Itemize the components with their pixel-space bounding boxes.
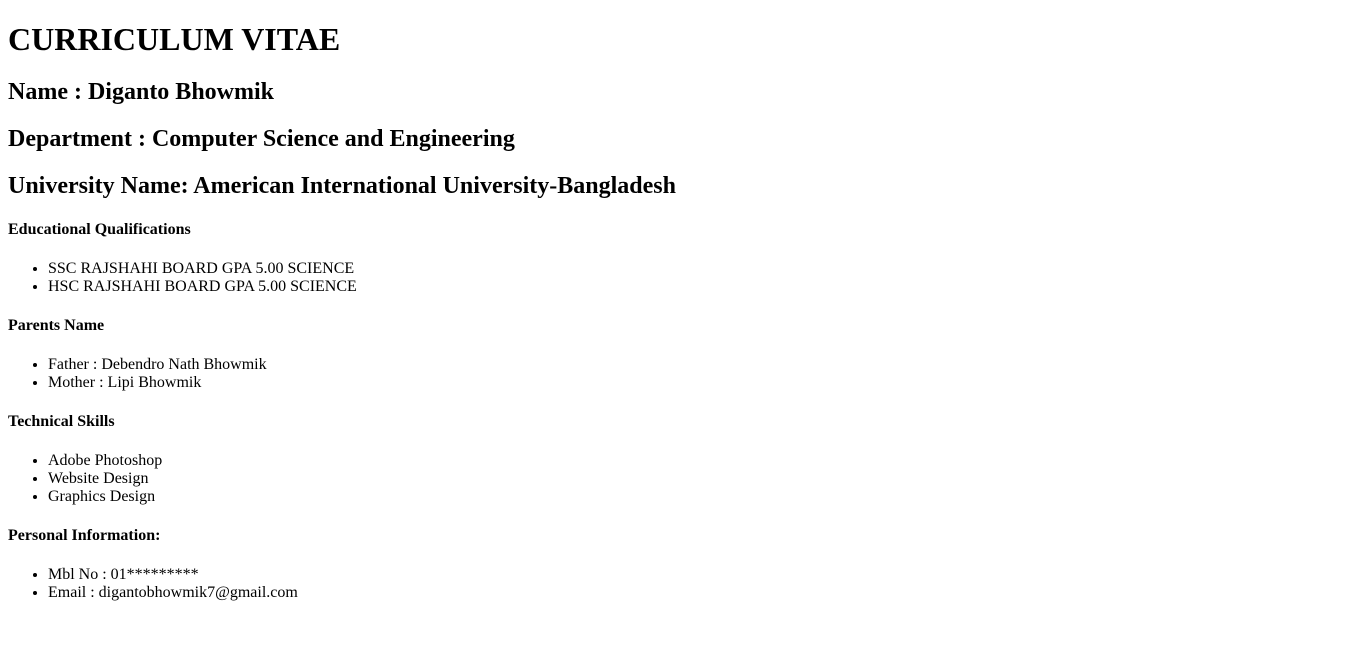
list-item: Graphics Design (48, 488, 1358, 506)
name-heading: Name : Diganto Bhowmik (8, 79, 275, 105)
section-heading-skills: Technical Skills (8, 413, 115, 430)
university-heading: University Name: American International … (8, 173, 676, 199)
page-title: CURRICULUM VITAE (8, 21, 341, 57)
list-item: Website Design (48, 470, 1358, 488)
parents-list: Father : Debendro Nath Bhowmik Mother : … (8, 356, 1358, 392)
list-item: Adobe Photoshop (48, 452, 1358, 470)
list-item: Mbl No : 01********* (48, 566, 1358, 584)
list-item: Email : digantobhowmik7@gmail.com (48, 584, 1358, 602)
list-item: SSC RAJSHAHI BOARD GPA 5.00 SCIENCE (48, 260, 1358, 278)
personal-list: Mbl No : 01********* Email : digantobhow… (8, 566, 1358, 602)
education-list: SSC RAJSHAHI BOARD GPA 5.00 SCIENCE HSC … (8, 260, 1358, 296)
list-item: Father : Debendro Nath Bhowmik (48, 356, 1358, 374)
list-item: Mother : Lipi Bhowmik (48, 374, 1358, 392)
section-heading-education: Educational Qualifications (8, 221, 191, 238)
list-item: HSC RAJSHAHI BOARD GPA 5.00 SCIENCE (48, 278, 1358, 296)
skills-list: Adobe Photoshop Website Design Graphics … (8, 452, 1358, 506)
department-heading: Department : Computer Science and Engine… (8, 126, 515, 152)
section-heading-personal: Personal Information: (8, 527, 161, 544)
section-heading-parents: Parents Name (8, 317, 105, 334)
